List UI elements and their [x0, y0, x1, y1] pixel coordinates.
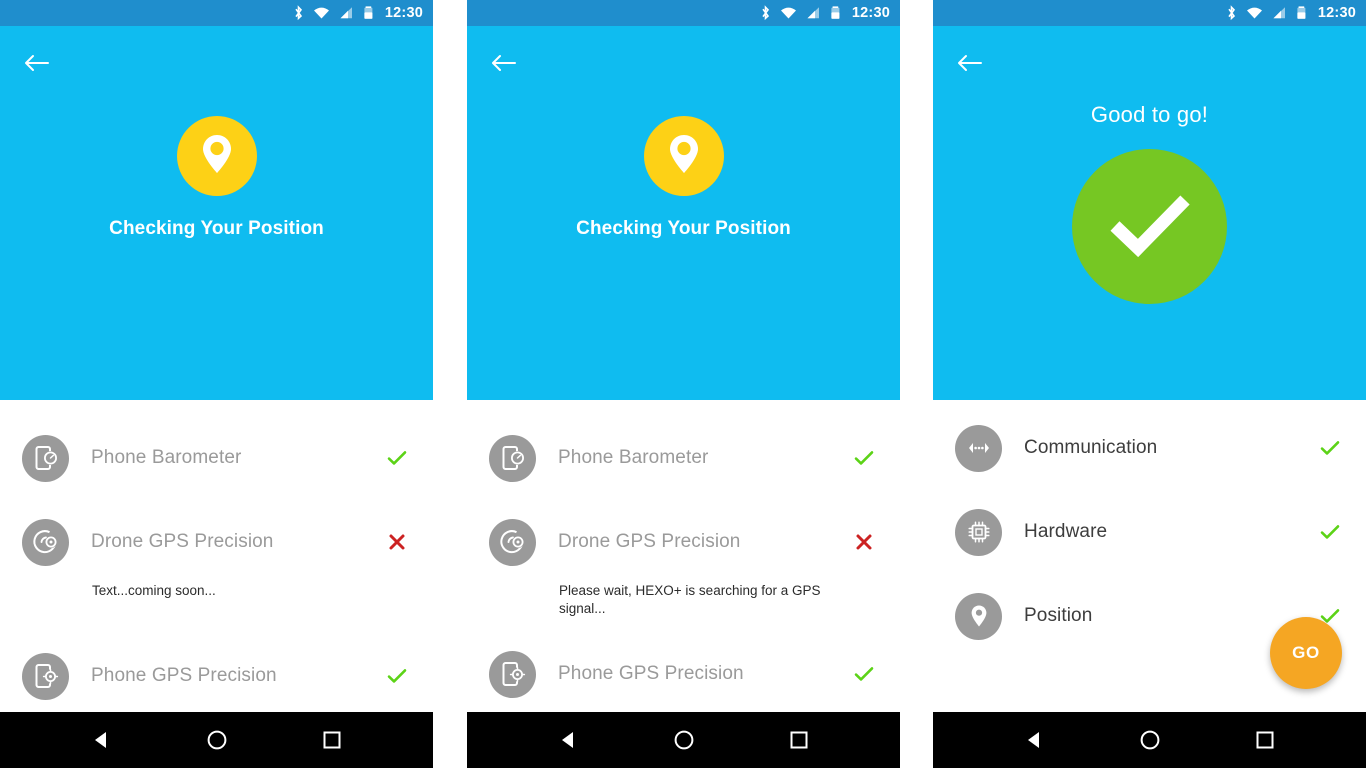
list-item-label: Phone Barometer	[91, 447, 242, 468]
status-badge	[383, 668, 411, 684]
success-check-badge	[1072, 149, 1227, 304]
drone-gps-icon	[22, 518, 69, 566]
cellular-signal-icon	[1272, 5, 1287, 21]
back-button[interactable]	[487, 48, 521, 82]
header-checking-position-2: Checking Your Position	[467, 26, 900, 400]
header-good-to-go: Good to go!	[933, 26, 1366, 400]
back-triangle-icon[interactable]	[1012, 717, 1058, 763]
list-item[interactable]: Phone GPS Precision	[467, 648, 900, 700]
list-item-note: Text...coming soon...	[92, 583, 216, 598]
status-badge	[383, 533, 411, 551]
list-item-label: Phone Barometer	[558, 447, 709, 468]
list-item[interactable]: Communication	[933, 422, 1366, 474]
back-arrow-icon	[491, 53, 517, 78]
go-button[interactable]: GO	[1270, 617, 1342, 689]
phone-gps-icon	[22, 652, 69, 700]
back-arrow-icon	[24, 53, 50, 78]
list-item-label: Drone GPS Precision	[91, 531, 274, 552]
checks-list: Phone Barometer Drone GPS Precision Text…	[0, 432, 433, 703]
map-pin-icon	[200, 132, 234, 181]
home-circle-icon[interactable]	[194, 717, 240, 763]
checks-list: Phone Barometer Drone GPS Precision Plea…	[467, 432, 900, 701]
list-item-label: Phone GPS Precision	[558, 663, 744, 685]
bluetooth-icon	[1226, 5, 1237, 21]
cellular-signal-icon	[339, 5, 354, 21]
status-badge	[850, 666, 878, 682]
list-item-label: Position	[1024, 605, 1093, 626]
list-item-note: Please wait, HEXO+ is searching for a GP…	[559, 583, 821, 617]
home-circle-icon[interactable]	[661, 717, 707, 763]
map-pin-badge	[176, 116, 257, 196]
status-bar: 12:30	[0, 0, 433, 26]
back-arrow-icon	[957, 53, 983, 78]
back-triangle-icon[interactable]	[79, 717, 125, 763]
map-pin-icon	[667, 132, 701, 181]
phone-barometer-icon	[22, 434, 69, 482]
drone-gps-icon	[489, 518, 536, 566]
status-badge	[1316, 440, 1344, 456]
list-item[interactable]: Drone GPS Precision	[467, 516, 900, 568]
screen-checking-position-1: 12:30 Checking Your Position Phone Barom…	[0, 0, 433, 768]
status-badge	[850, 450, 878, 466]
battery-icon	[363, 5, 374, 21]
back-button[interactable]	[20, 48, 54, 82]
phone-barometer-icon	[489, 434, 536, 482]
header-title: Good to go!	[1090, 102, 1209, 127]
list-item[interactable]: Drone GPS Precision	[0, 516, 433, 568]
header-title: Checking Your Position	[109, 218, 324, 239]
list-item-label: Phone GPS Precision	[91, 665, 277, 687]
status-badge	[383, 450, 411, 466]
wifi-icon	[780, 5, 797, 21]
list-item-label: Hardware	[1024, 521, 1108, 542]
list-item[interactable]: Hardware	[933, 506, 1366, 558]
status-bar-clock: 12:30	[851, 4, 890, 21]
status-bar-clock: 12:30	[384, 4, 423, 21]
list-item-label: Drone GPS Precision	[558, 531, 741, 552]
back-triangle-icon[interactable]	[546, 717, 592, 763]
position-pin-icon	[955, 592, 1002, 640]
phone-gps-icon	[489, 650, 536, 698]
hardware-chip-icon	[955, 508, 1002, 556]
list-item[interactable]: Phone GPS Precision	[0, 650, 433, 702]
header-title: Checking Your Position	[576, 218, 791, 239]
cellular-signal-icon	[806, 5, 821, 21]
status-bar: 12:30	[467, 0, 900, 26]
status-bar: 12:30	[933, 0, 1366, 26]
battery-icon	[1296, 5, 1307, 21]
status-badge	[1316, 524, 1344, 540]
android-nav-bar	[467, 712, 900, 768]
list-item-label: Communication	[1024, 437, 1158, 458]
status-badge	[850, 533, 878, 551]
wifi-icon	[1246, 5, 1263, 21]
list-item[interactable]: Phone Barometer	[0, 432, 433, 484]
recents-square-icon[interactable]	[309, 717, 355, 763]
recents-square-icon[interactable]	[776, 717, 822, 763]
wifi-icon	[313, 5, 330, 21]
checks-list: Communication Hardware Position	[933, 422, 1366, 642]
recents-square-icon[interactable]	[1242, 717, 1288, 763]
home-circle-icon[interactable]	[1127, 717, 1173, 763]
screenshot-canvas: 12:30 Checking Your Position Phone Barom…	[0, 0, 1366, 768]
android-nav-bar	[933, 712, 1366, 768]
list-item[interactable]: Phone Barometer	[467, 432, 900, 484]
bluetooth-icon	[293, 5, 304, 21]
battery-icon	[830, 5, 841, 21]
screen-good-to-go: 12:30 Good to go! Communication Hardware…	[933, 0, 1366, 768]
bluetooth-icon	[760, 5, 771, 21]
android-nav-bar	[0, 712, 433, 768]
success-check-icon	[1105, 188, 1195, 265]
status-bar-clock: 12:30	[1317, 4, 1356, 21]
header-checking-position-1: Checking Your Position	[0, 26, 433, 400]
back-button[interactable]	[953, 48, 987, 82]
map-pin-badge	[643, 116, 724, 196]
screen-checking-position-2: 12:30 Checking Your Position Phone Barom…	[467, 0, 900, 768]
communication-icon	[955, 424, 1002, 472]
